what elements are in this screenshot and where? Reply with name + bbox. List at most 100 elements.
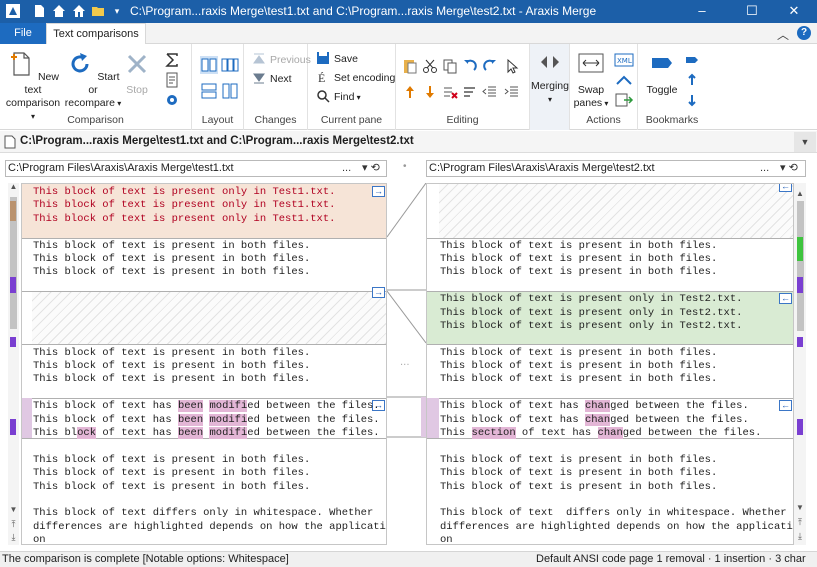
merging-arrows-icon	[541, 56, 559, 68]
left-line	[33, 307, 386, 320]
right-scroll-bottom-icon[interactable]: ⤓	[794, 531, 806, 541]
options-gear-icon[interactable]	[164, 92, 180, 108]
right-change-marker-3	[797, 419, 803, 435]
right-scroll-down-arrow[interactable]: ▼	[794, 503, 806, 513]
right-code-lines: This block of text is present in both fi…	[440, 186, 793, 545]
ribbon-group-current-pane: Save É Set encoding Find ▾ Current pane	[308, 44, 396, 130]
quick-access-dropdown-icon[interactable]: ▾	[110, 0, 124, 23]
close-button[interactable]: ✕	[771, 0, 817, 23]
left-line: This block of text is present only in Te…	[33, 212, 336, 225]
title-bar: ▾ C:\Program...raxis Merge\test1.txt and…	[0, 0, 817, 23]
layout-grid-icon[interactable]	[221, 82, 239, 100]
export-icon[interactable]	[614, 92, 634, 108]
left-line: This block of text is present in both fi…	[33, 467, 311, 480]
save-label: Save	[334, 53, 358, 65]
set-encoding-button[interactable]: É Set encoding	[316, 70, 395, 86]
window-title: C:\Program...raxis Merge\test1.txt and C…	[130, 4, 597, 18]
right-scroll-thumb[interactable]	[797, 201, 804, 331]
tab-text-comparisons[interactable]: Text comparisons	[46, 23, 146, 45]
save-button[interactable]: Save	[316, 51, 358, 67]
left-line: This block of text has been modified bet…	[33, 400, 380, 413]
start-or-recompare-button[interactable]: Start or recompare ▾	[64, 50, 122, 110]
bookmark-next-icon[interactable]	[684, 92, 700, 108]
open-folder-icon[interactable]	[91, 4, 105, 18]
paste-icon[interactable]	[402, 58, 418, 74]
left-scroll-top-icon[interactable]: ⤒	[8, 519, 19, 529]
svg-text:···: ···	[400, 360, 410, 371]
indent-icon[interactable]	[504, 84, 520, 100]
tab-file[interactable]: File	[0, 23, 46, 44]
left-line	[33, 280, 386, 293]
right-line: This block of text is present in both fi…	[440, 480, 718, 493]
find-label: Find	[334, 91, 355, 103]
bookmark-previous-icon[interactable]	[684, 72, 700, 88]
outdent-icon[interactable]	[482, 84, 498, 100]
swap-panes-button[interactable]: Swap panes ▾	[572, 50, 610, 110]
home-alt-icon[interactable]	[72, 4, 86, 18]
right-file-path-field[interactable]: C:\Program Files\Araxis\Araxis Merge\tes…	[426, 160, 806, 177]
new-text-comparison-button[interactable]: New text comparison ▾	[4, 50, 62, 123]
help-icon[interactable]: ?	[797, 26, 811, 40]
sort-up-icon[interactable]	[402, 84, 418, 100]
right-line: on	[440, 534, 453, 545]
bookmark-first-icon[interactable]	[684, 52, 700, 68]
right-file-path: C:\Program Files\Araxis\Araxis Merge\tes…	[429, 162, 655, 174]
merging-label: Merging	[531, 80, 569, 92]
layout-three-pane-icon[interactable]	[221, 56, 239, 74]
comparison-dropdown-icon[interactable]: ▼	[794, 132, 816, 152]
next-label: Next	[270, 73, 292, 85]
left-text-pane[interactable]: → → → This block of text is present only…	[21, 183, 387, 545]
merging-button[interactable]: Merging ▾	[531, 50, 569, 106]
home-icon[interactable]	[52, 4, 66, 18]
stop-button[interactable]: Stop	[121, 50, 153, 97]
cut-scissors-icon[interactable]	[422, 58, 438, 74]
left-file-browse-button[interactable]: ...	[342, 161, 351, 176]
left-scroll-thumb[interactable]	[10, 197, 17, 329]
right-overview-scrollbar[interactable]: ▲ ▼ ⤒ ⤓	[794, 183, 806, 545]
layout-horizontal-icon[interactable]	[200, 82, 218, 100]
delete-lines-icon[interactable]	[442, 84, 458, 100]
right-line: This section of text has changed between…	[440, 427, 762, 440]
comparison-group-label: Comparison	[67, 114, 124, 126]
undo-icon[interactable]	[462, 58, 478, 74]
wrap-icon[interactable]	[462, 84, 478, 100]
connect-icon[interactable]	[614, 72, 634, 88]
collapse-ribbon-icon[interactable]: ︿	[777, 26, 789, 43]
right-line	[440, 213, 793, 226]
new-file-icon[interactable]	[32, 4, 46, 18]
layout-two-pane-icon[interactable]	[200, 56, 218, 74]
report-icon[interactable]	[164, 72, 180, 88]
select-cursor-icon[interactable]	[504, 58, 520, 74]
copy-icon[interactable]	[442, 58, 458, 74]
ribbon-group-changes: Previous Next Changes	[244, 44, 311, 130]
left-line: This block of text is present only in Te…	[33, 186, 336, 198]
right-line: This block of text is present in both fi…	[440, 467, 718, 480]
ribbon-group-bookmarks: Toggle Bookmarks	[638, 44, 706, 130]
encoding-icon: É	[318, 71, 325, 84]
left-file-history-icon[interactable]: ▾ ⟲	[362, 161, 380, 176]
left-scroll-down-arrow[interactable]: ▼	[8, 505, 19, 515]
left-file-path-field[interactable]: C:\Program Files\Araxis\Araxis Merge\tes…	[5, 160, 387, 177]
layout-group-label: Layout	[201, 114, 234, 126]
right-file-browse-button[interactable]: ...	[760, 161, 769, 176]
right-scroll-up-arrow[interactable]: ▲	[794, 189, 806, 199]
right-scroll-top-icon[interactable]: ⤒	[794, 517, 806, 527]
right-line: This block of text is present only in Te…	[440, 319, 743, 332]
left-overview-scrollbar[interactable]: ▲ ▼ ⤒ ⤓	[8, 183, 19, 545]
xml-icon[interactable]: XML	[614, 52, 634, 68]
toggle-bookmark-button[interactable]: Toggle	[642, 50, 682, 97]
redo-icon[interactable]	[482, 58, 498, 74]
maximize-button[interactable]: ☐	[729, 0, 775, 23]
right-file-history-icon[interactable]: ▾ ⟲	[780, 161, 798, 176]
sigma-icon[interactable]	[164, 52, 180, 68]
left-scroll-bottom-icon[interactable]: ⤓	[8, 532, 19, 542]
sort-down-icon[interactable]	[422, 84, 438, 100]
next-change-button[interactable]: Next	[252, 71, 292, 87]
minimize-button[interactable]: –	[679, 0, 725, 23]
right-line: differences are highlighted depends on h…	[440, 520, 793, 533]
find-button[interactable]: Find ▾	[316, 89, 361, 105]
right-text-pane[interactable]: ← ← ← This block of text is present in b…	[426, 183, 794, 545]
left-scroll-up-arrow[interactable]: ▲	[8, 183, 19, 191]
previous-change-button[interactable]: Previous	[252, 52, 311, 68]
left-line: This block of text differs only in white…	[33, 507, 374, 520]
